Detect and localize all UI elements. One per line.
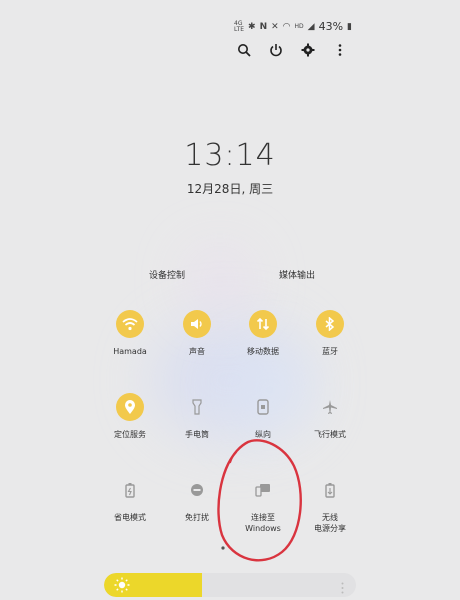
wifi-icon	[116, 310, 144, 338]
flashlight-icon	[183, 393, 211, 421]
brightness-options-icon[interactable]	[341, 579, 344, 597]
tile-location[interactable]: 定位服务	[95, 393, 165, 440]
tile-wireless-powershare[interactable]: 无线 电源分享	[295, 476, 365, 534]
airplane-icon	[316, 393, 344, 421]
status-bar: 4G LTE ✱ N ✕ ◠ HD ◢ 43% ▮	[234, 20, 352, 33]
tile-label: 连接至 Windows	[245, 512, 281, 534]
tile-label-line1: 连接至	[251, 513, 275, 522]
hd-icon: HD	[294, 23, 304, 30]
battery-icon: ▮	[347, 21, 352, 32]
tile-label: Hamada	[113, 347, 147, 356]
dnd-icon	[183, 476, 211, 504]
device-control-button[interactable]: 设备控制	[149, 268, 185, 281]
tile-label-line1: 无线	[322, 513, 338, 522]
search-icon[interactable]	[236, 42, 252, 58]
tile-label: 免打扰	[185, 513, 209, 522]
sound-icon	[183, 310, 211, 338]
bluetooth-icon	[316, 310, 344, 338]
settings-icon[interactable]	[300, 42, 316, 58]
bluetooth-icon: ✱	[248, 21, 256, 32]
power-icon[interactable]	[268, 42, 284, 58]
mute-icon: ✕	[271, 21, 279, 32]
signal-icon: ◢	[307, 21, 315, 32]
tile-bluetooth[interactable]: 蓝牙	[295, 310, 365, 357]
clock-time: 13:14	[0, 138, 460, 173]
portrait-lock-icon	[249, 393, 277, 421]
tile-flashlight[interactable]: 手电筒	[162, 393, 232, 440]
tile-label: 纵向	[255, 430, 271, 439]
tile-label-line2: 电源分享	[314, 524, 346, 533]
nfc-icon: N	[259, 21, 268, 32]
tile-label: 移动数据	[247, 347, 279, 356]
tile-power-saving[interactable]: 省电模式	[95, 476, 165, 523]
tile-label: 手电筒	[185, 430, 209, 439]
tile-label: 省电模式	[114, 513, 146, 522]
quick-panel-actions	[236, 42, 348, 58]
link-to-windows-icon	[249, 476, 277, 504]
location-icon	[116, 393, 144, 421]
tile-label: 蓝牙	[322, 347, 338, 356]
tile-label: 无线 电源分享	[314, 512, 346, 534]
sun-icon	[114, 577, 130, 597]
clock-date: 12月28日, 周三	[186, 182, 274, 196]
tile-dnd[interactable]: 免打扰	[162, 476, 232, 523]
battery-percent: 43%	[318, 20, 344, 33]
more-icon[interactable]	[332, 42, 348, 58]
time-text: 13:14	[184, 138, 276, 173]
brightness-slider[interactable]	[104, 573, 356, 597]
tile-mobile-data[interactable]: 移动数据	[228, 310, 298, 357]
tile-label: 飞行模式	[314, 430, 346, 439]
tile-link-to-windows[interactable]: 连接至 Windows	[228, 476, 298, 534]
tile-label: 声音	[189, 347, 205, 356]
mobile-data-icon	[249, 310, 277, 338]
tile-label: 定位服务	[114, 430, 146, 439]
wireless-powershare-icon	[316, 476, 344, 504]
tile-portrait[interactable]: 纵向	[228, 393, 298, 440]
tile-wifi[interactable]: Hamada	[95, 310, 165, 357]
tile-sound[interactable]: 声音	[162, 310, 232, 357]
volte-icon: 4G LTE	[234, 19, 245, 33]
tile-label-line2: Windows	[245, 524, 281, 533]
wifi-icon: ◠	[282, 21, 291, 32]
tile-airplane[interactable]: 飞行模式	[295, 393, 365, 440]
media-output-button[interactable]: 媒体输出	[279, 268, 315, 281]
power-saving-icon	[116, 476, 144, 504]
background-glow	[190, 250, 250, 310]
